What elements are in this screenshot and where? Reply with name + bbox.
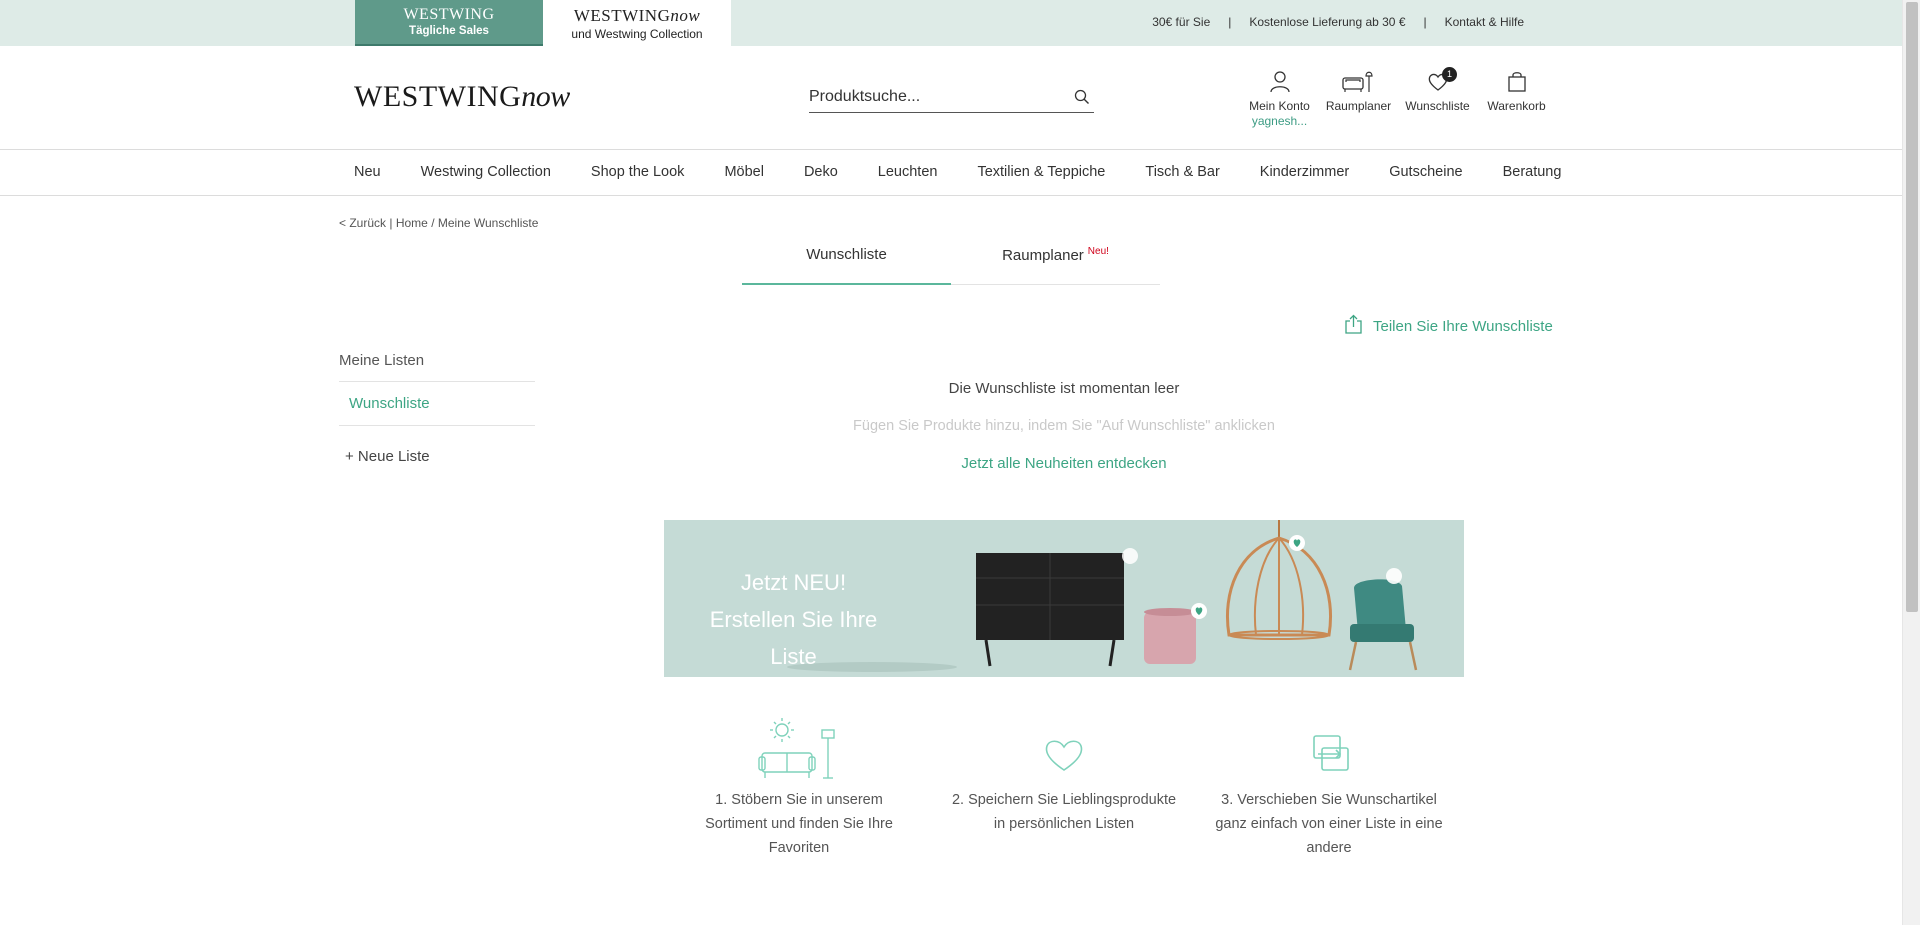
step-move-text: 3. Verschieben Sie Wunschartikel ganz ei… <box>1215 792 1443 856</box>
westwing-now-tab-logo: WESTWINGnow <box>573 6 701 25</box>
step-browse-text: 1. Stöbern Sie in unserem Sortiment und … <box>705 792 893 856</box>
scrollbar-thumb[interactable] <box>1906 2 1918 612</box>
breadcrumb-current: Meine Wunschliste <box>437 216 539 230</box>
share-label: Teilen Sie Ihre Wunschliste <box>1373 317 1553 335</box>
westwing-now-subtitle: und Westwing Collection <box>571 27 703 41</box>
sidebar-item-wunschliste[interactable]: Wunschliste <box>339 382 535 426</box>
lists-sidebar: Meine Listen Wunschliste + Neue Liste <box>339 340 535 465</box>
breadcrumb-divider: | <box>389 216 393 230</box>
nav-item-beratung[interactable]: Beratung <box>1503 164 1562 180</box>
my-lists-heading: Meine Listen <box>339 340 535 382</box>
move-between-lists-icon <box>1214 716 1444 782</box>
westwing-sales-subtitle: Tägliche Sales <box>409 25 489 37</box>
wishlist-tabs: Wunschliste Raumplaner Neu! <box>742 240 1160 285</box>
wishlist-count-badge: 1 <box>1442 67 1457 82</box>
tab-wishlist[interactable]: Wunschliste <box>742 240 951 285</box>
create-list-banner[interactable]: Jetzt NEU! Erstellen Sie Ihre Liste <box>664 520 1464 677</box>
breadcrumb-home[interactable]: Home <box>396 216 428 230</box>
heart-icon <box>1398 70 1477 94</box>
contact-help-link[interactable]: Kontakt & Hilfe <box>1445 15 1524 29</box>
tab-room-planner-label: Raumplaner <box>1002 247 1084 264</box>
empty-wishlist-message: Die Wunschliste ist momentan leer Fügen … <box>664 380 1464 472</box>
room-planner-button[interactable]: Raumplaner <box>1319 70 1398 128</box>
nav-item-textilien-teppiche[interactable]: Textilien & Teppiche <box>977 164 1105 180</box>
account-label: Mein Konto <box>1249 99 1310 113</box>
nav-item-gutscheine[interactable]: Gutscheine <box>1389 164 1462 180</box>
breadcrumb-slash: / <box>431 216 435 230</box>
nav-item-shop-the-look[interactable]: Shop the Look <box>591 164 685 180</box>
heart-outline-icon <box>949 716 1179 782</box>
empty-hint: Fügen Sie Produkte hinzu, indem Sie "Auf… <box>853 418 1275 434</box>
nav-item-westwing-collection[interactable]: Westwing Collection <box>421 164 551 180</box>
step-save: 2. Speichern Sie Lieblingsprodukte in pe… <box>949 716 1179 860</box>
banner-line2: Erstellen Sie Ihre Liste <box>709 607 878 669</box>
top-bar: WESTWING Tägliche Sales WESTWINGnow und … <box>0 0 1902 46</box>
room-planner-label: Raumplaner <box>1325 99 1392 113</box>
top-links-separator: | <box>1423 15 1427 29</box>
tab-wishlist-label: Wunschliste <box>806 246 887 263</box>
user-icon <box>1240 70 1319 94</box>
wishlist-label: Wunschliste <box>1405 99 1470 113</box>
westwing-sales-logo: WESTWING <box>403 6 495 23</box>
nav-item-moebel[interactable]: Möbel <box>724 164 764 180</box>
new-badge: Neu! <box>1087 246 1109 257</box>
page-scrollbar[interactable] <box>1902 0 1920 925</box>
share-wishlist-link[interactable]: Teilen Sie Ihre Wunschliste <box>1344 314 1553 338</box>
voucher-link[interactable]: 30€ für Sie <box>1152 15 1210 29</box>
westwing-now-logo[interactable]: WESTWINGnow <box>354 80 570 114</box>
header-icons: Mein Konto yagnesh... Raumplaner 1 Wunsc… <box>1240 67 1556 128</box>
cart-label: Warenkorb <box>1487 99 1546 113</box>
top-links-separator: | <box>1228 15 1232 29</box>
nav-item-tisch-bar[interactable]: Tisch & Bar <box>1145 164 1219 180</box>
banner-line1: Jetzt NEU! <box>740 570 847 595</box>
account-username: yagnesh... <box>1251 114 1308 128</box>
westwing-sales-tab[interactable]: WESTWING Tägliche Sales <box>355 0 543 46</box>
back-link[interactable]: < Zurück <box>339 216 386 230</box>
westwing-now-tab[interactable]: WESTWINGnow und Westwing Collection <box>543 0 731 46</box>
shopping-bag-icon <box>1477 70 1556 94</box>
wishlist-button[interactable]: 1 Wunschliste <box>1398 67 1477 128</box>
step-move: 3. Verschieben Sie Wunschartikel ganz ei… <box>1214 716 1444 860</box>
site-header: WESTWINGnow Mein Konto yagnesh... Raumpl… <box>0 46 1902 150</box>
room-planner-icon <box>1319 70 1398 94</box>
nav-item-deko[interactable]: Deko <box>804 164 838 180</box>
new-list-button[interactable]: + Neue Liste <box>339 426 535 465</box>
share-icon <box>1344 314 1373 338</box>
how-it-works-steps: 1. Stöbern Sie in unserem Sortiment und … <box>684 716 1444 860</box>
empty-title: Die Wunschliste ist momentan leer <box>948 380 1180 397</box>
top-links: 30€ für Sie | Kostenlose Lieferung ab 30… <box>1152 15 1524 29</box>
step-browse: 1. Stöbern Sie in unserem Sortiment und … <box>684 716 914 860</box>
tab-room-planner[interactable]: Raumplaner Neu! <box>951 240 1160 285</box>
free-delivery-link[interactable]: Kostenlose Lieferung ab 30 € <box>1249 15 1405 29</box>
discover-new-link[interactable]: Jetzt alle Neuheiten entdecken <box>664 455 1464 472</box>
nav-item-neu[interactable]: Neu <box>354 164 381 180</box>
nav-item-kinderzimmer[interactable]: Kinderzimmer <box>1260 164 1349 180</box>
banner-headline: Jetzt NEU! Erstellen Sie Ihre Liste <box>686 564 901 675</box>
step-save-text: 2. Speichern Sie Lieblingsprodukte in pe… <box>951 792 1177 832</box>
account-button[interactable]: Mein Konto yagnesh... <box>1240 70 1319 128</box>
search-bar <box>809 84 1094 113</box>
furniture-icon <box>684 716 914 782</box>
main-navigation: Neu Westwing Collection Shop the Look Mö… <box>0 150 1902 196</box>
search-icon[interactable] <box>1074 89 1090 110</box>
breadcrumb: < Zurück | Home / Meine Wunschliste <box>339 216 538 230</box>
cart-button[interactable]: Warenkorb <box>1477 70 1556 128</box>
search-input[interactable] <box>809 84 1059 110</box>
nav-item-leuchten[interactable]: Leuchten <box>878 164 938 180</box>
